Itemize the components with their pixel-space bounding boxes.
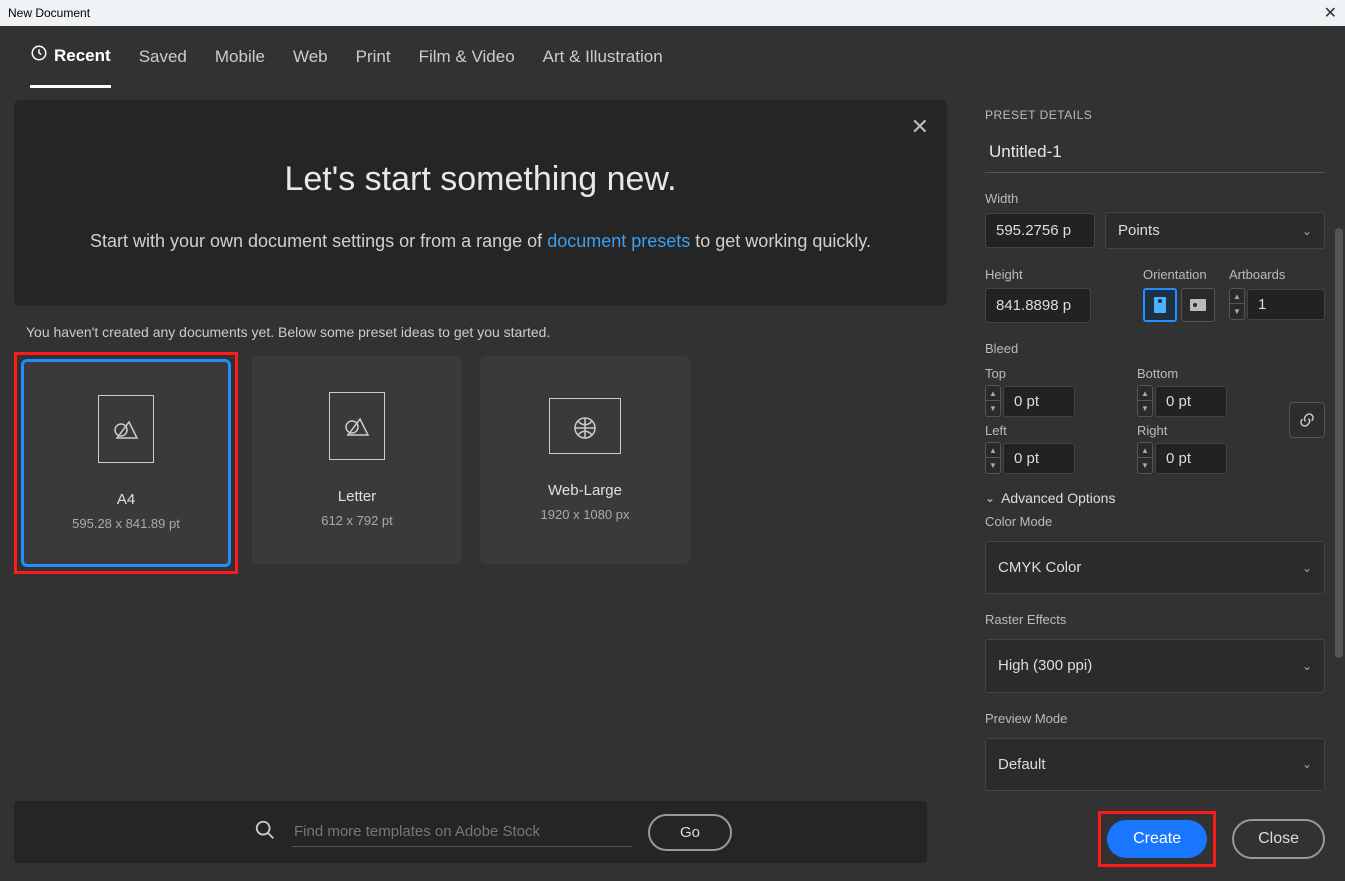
web-icon	[549, 398, 621, 454]
tab-print[interactable]: Print	[356, 29, 391, 85]
window-titlebar: New Document ✕	[0, 0, 1345, 26]
dialog-footer: Create Close	[985, 791, 1325, 867]
intro-close-icon[interactable]: ✕	[911, 114, 929, 140]
orientation-landscape-button[interactable]	[1181, 288, 1215, 322]
raster-effects-select[interactable]: High (300 ppi) ⌄	[985, 639, 1325, 692]
document-name-input[interactable]	[985, 136, 1325, 173]
intro-card: ✕ Let's start something new. Start with …	[14, 100, 947, 306]
search-icon	[254, 819, 276, 846]
color-mode-value: CMYK Color	[998, 559, 1081, 576]
width-input[interactable]	[985, 213, 1095, 248]
preset-card-a4[interactable]: A4 595.28 x 841.89 pt	[21, 359, 231, 567]
left-pane: ✕ Let's start something new. Start with …	[0, 88, 963, 881]
bleed-right-stepper[interactable]: ▲▼	[1137, 442, 1153, 474]
close-button[interactable]: Close	[1232, 819, 1325, 859]
create-button[interactable]: Create	[1107, 820, 1207, 858]
highlight-annotation: A4 595.28 x 841.89 pt	[14, 352, 238, 574]
tab-recent[interactable]: Recent	[30, 26, 111, 88]
intro-title: Let's start something new.	[54, 160, 907, 199]
chevron-down-icon: ⌄	[985, 491, 995, 505]
preset-card-web-large[interactable]: Web-Large 1920 x 1080 px	[480, 356, 690, 564]
artboards-label: Artboards	[1229, 267, 1325, 282]
bleed-bottom-input[interactable]	[1155, 386, 1227, 417]
chevron-down-icon: ⌄	[1302, 224, 1312, 238]
preset-name: Letter	[338, 488, 376, 505]
preset-name: A4	[117, 491, 135, 508]
tab-web[interactable]: Web	[293, 29, 328, 85]
chevron-down-icon: ⌄	[1302, 659, 1312, 673]
intro-subtitle: Start with your own document settings or…	[54, 227, 907, 256]
bleed-label: Bleed	[985, 341, 1325, 356]
chevron-down-icon: ⌄	[1302, 561, 1312, 575]
stock-search-bar: Go	[14, 801, 927, 863]
document-icon	[329, 392, 385, 460]
preview-mode-value: Default	[998, 756, 1046, 773]
orientation-label: Orientation	[1143, 267, 1215, 282]
preset-dim: 595.28 x 841.89 pt	[72, 516, 180, 531]
preset-dim: 612 x 792 pt	[321, 513, 393, 528]
artboards-stepper[interactable]: ▲▼	[1229, 288, 1245, 320]
bleed-bottom-stepper[interactable]: ▲▼	[1137, 385, 1153, 417]
bleed-top-stepper[interactable]: ▲▼	[985, 385, 1001, 417]
raster-effects-value: High (300 ppi)	[998, 657, 1092, 674]
preset-card-letter[interactable]: Letter 612 x 792 pt	[252, 356, 462, 564]
bleed-link-button[interactable]	[1289, 402, 1325, 438]
presets-row: A4 595.28 x 841.89 pt Letter 612 x 792 p…	[14, 352, 947, 574]
bleed-left-label: Left	[985, 423, 1119, 438]
tab-mobile[interactable]: Mobile	[215, 29, 265, 85]
stock-search-input[interactable]	[292, 817, 632, 847]
artboards-input[interactable]	[1247, 289, 1325, 320]
bleed-bottom-label: Bottom	[1137, 366, 1271, 381]
category-tabs: Recent Saved Mobile Web Print Film & Vid…	[0, 26, 1345, 88]
document-icon	[98, 395, 154, 463]
raster-effects-label: Raster Effects	[985, 612, 1325, 627]
stepper-down-icon: ▼	[1230, 304, 1244, 319]
tab-saved[interactable]: Saved	[139, 29, 187, 85]
window-close-icon[interactable]: ✕	[1324, 3, 1337, 23]
bleed-right-label: Right	[1137, 423, 1271, 438]
preview-mode-label: Preview Mode	[985, 711, 1325, 726]
bleed-right-input[interactable]	[1155, 443, 1227, 474]
color-mode-select[interactable]: CMYK Color ⌄	[985, 541, 1325, 594]
preset-name: Web-Large	[548, 482, 622, 499]
width-label: Width	[985, 191, 1325, 206]
window-title: New Document	[8, 6, 90, 20]
clock-icon	[30, 44, 48, 67]
color-mode-label: Color Mode	[985, 514, 1325, 529]
preset-hint-text: You haven't created any documents yet. B…	[26, 324, 947, 340]
preset-details-label: PRESET DETAILS	[985, 108, 1325, 122]
tab-art-illustration[interactable]: Art & Illustration	[543, 29, 663, 85]
bleed-left-input[interactable]	[1003, 443, 1075, 474]
bleed-left-stepper[interactable]: ▲▼	[985, 442, 1001, 474]
preview-mode-select[interactable]: Default ⌄	[985, 738, 1325, 791]
tab-film-video[interactable]: Film & Video	[419, 29, 515, 85]
chevron-down-icon: ⌄	[1302, 757, 1312, 771]
preset-details-panel: PRESET DETAILS Width Points ⌄ Height Ori…	[963, 88, 1345, 881]
advanced-options-toggle[interactable]: ⌄ Advanced Options	[985, 490, 1325, 506]
stepper-up-icon: ▲	[1230, 289, 1244, 304]
preset-dim: 1920 x 1080 px	[541, 507, 630, 522]
bleed-top-label: Top	[985, 366, 1119, 381]
highlight-annotation: Create	[1098, 811, 1216, 867]
orientation-portrait-button[interactable]	[1143, 288, 1177, 322]
units-value: Points	[1118, 222, 1160, 239]
panel-scrollbar[interactable]	[1335, 228, 1343, 658]
height-label: Height	[985, 267, 1129, 282]
height-input[interactable]	[985, 288, 1091, 323]
go-button[interactable]: Go	[648, 814, 732, 851]
bleed-top-input[interactable]	[1003, 386, 1075, 417]
document-presets-link[interactable]: document presets	[547, 231, 690, 251]
units-select[interactable]: Points ⌄	[1105, 212, 1325, 249]
